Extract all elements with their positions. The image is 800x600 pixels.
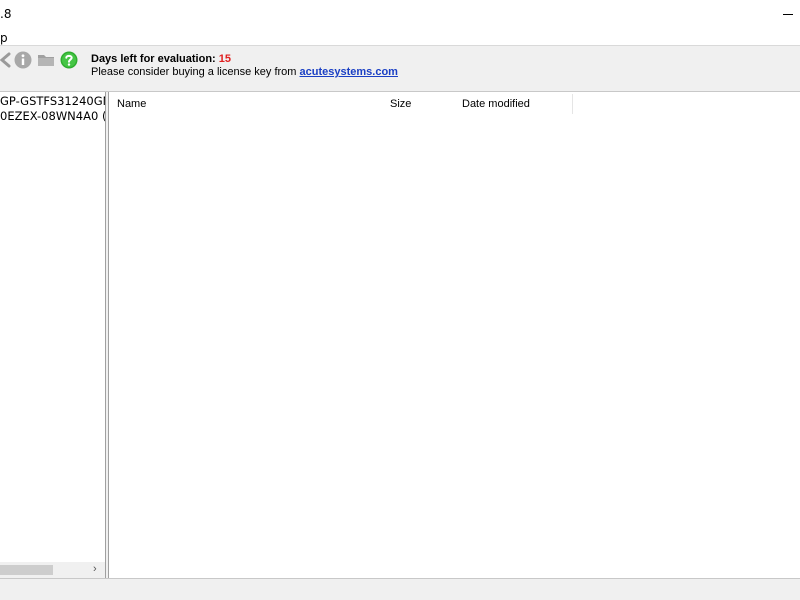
column-header-name[interactable]: Name xyxy=(109,92,382,116)
info-icon[interactable] xyxy=(14,51,32,69)
menu-item-help[interactable]: p xyxy=(0,31,8,45)
window-title: .8 xyxy=(0,7,12,21)
toolbar: Days left for evaluation: 15 Please cons… xyxy=(0,46,800,92)
disk-tree-pane: GP-GSTFS31240GNTD 0EZEX-08WN4A0 (SATA › xyxy=(0,92,106,578)
help-icon[interactable] xyxy=(60,51,78,69)
menu-bar: p xyxy=(0,30,800,46)
scrollbar-thumb[interactable] xyxy=(0,565,53,575)
license-text: Please consider buying a license key fro… xyxy=(91,66,297,78)
minimize-button[interactable] xyxy=(770,0,800,30)
folder-icon[interactable] xyxy=(37,51,55,69)
license-link[interactable]: acutesystems.com xyxy=(300,66,398,78)
evaluation-days-value: 15 xyxy=(218,53,232,65)
column-header-size[interactable]: Size xyxy=(382,92,454,116)
evaluation-notice: Days left for evaluation: 15 xyxy=(91,53,231,65)
disk-item[interactable]: 0EZEX-08WN4A0 (SATA xyxy=(0,109,105,123)
horizontal-scrollbar[interactable]: › xyxy=(0,562,105,578)
minimize-icon xyxy=(783,14,793,15)
title-bar: .8 xyxy=(0,0,800,30)
back-icon[interactable] xyxy=(0,51,15,69)
license-notice: Please consider buying a license key fro… xyxy=(91,66,398,78)
file-list-pane: Name Size Date modified xyxy=(108,92,800,578)
evaluation-days-label: Days left for evaluation: xyxy=(91,53,216,65)
status-bar xyxy=(0,578,800,600)
scroll-right-icon[interactable]: › xyxy=(93,563,97,575)
disk-item[interactable]: GP-GSTFS31240GNTD xyxy=(0,94,105,108)
column-divider[interactable] xyxy=(572,94,573,114)
column-header-date-modified[interactable]: Date modified xyxy=(454,92,572,116)
